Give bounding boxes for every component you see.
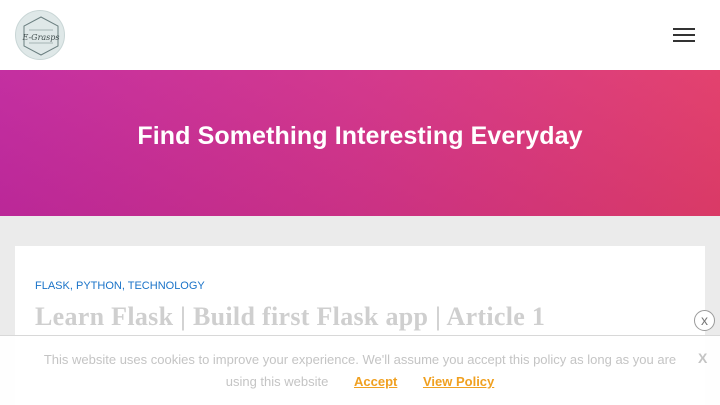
cookie-close-circle-button[interactable]: x [694, 310, 715, 331]
cookie-message: This website uses cookies to improve you… [20, 349, 700, 393]
cookie-close-button[interactable]: X [698, 350, 707, 366]
site-header: E-Grasps [0, 0, 720, 70]
cookie-accept-link[interactable]: Accept [354, 374, 397, 389]
post-categories: FLASK, PYTHON, TECHNOLOGY [35, 280, 205, 292]
logo-text: E-Grasps [21, 33, 59, 42]
cookie-message-line1: This website uses cookies to improve you… [43, 352, 677, 367]
hero-title: Find Something Interesting Everyday [137, 122, 583, 150]
category-link-python[interactable]: PYTHON [76, 280, 122, 292]
post-title-link[interactable]: Learn Flask | Build first Flask app | Ar… [35, 302, 545, 332]
cookie-view-policy-link[interactable]: View Policy [423, 374, 494, 389]
hero-banner: Find Something Interesting Everyday [0, 70, 720, 216]
hamburger-menu-icon[interactable] [669, 24, 699, 46]
cookie-message-line2: using this website [225, 374, 329, 389]
site-logo[interactable]: E-Grasps [15, 10, 65, 60]
logo-badge-icon: E-Grasps [21, 16, 60, 56]
category-link-flask[interactable]: FLASK [35, 280, 70, 292]
category-link-technology[interactable]: TECHNOLOGY [128, 280, 205, 292]
cookie-consent-bar: This website uses cookies to improve you… [0, 335, 720, 405]
